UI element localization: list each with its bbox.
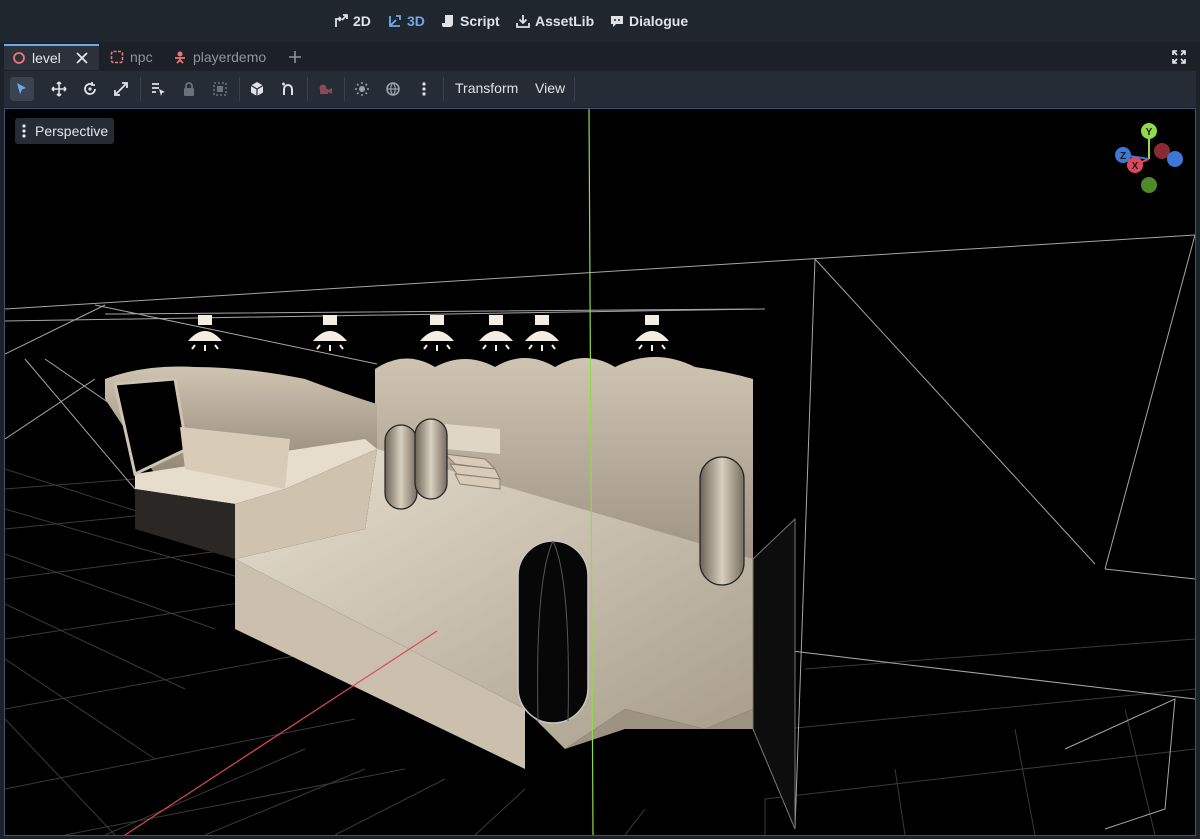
local-space-button[interactable] xyxy=(245,77,269,101)
dialogue-icon xyxy=(611,16,623,27)
local-space-icon xyxy=(250,82,264,96)
group-button[interactable] xyxy=(208,77,232,101)
distraction-free-button[interactable] xyxy=(1164,44,1194,70)
npc-capsule xyxy=(414,418,448,500)
lamp-icon xyxy=(525,315,559,351)
environment-preview-icon xyxy=(386,82,400,96)
workspace-dialogue-button[interactable]: Dialogue xyxy=(610,11,688,31)
3d-icon xyxy=(389,15,401,27)
perspective-menu-button[interactable]: Perspective xyxy=(15,118,115,144)
scene-render xyxy=(5,109,1195,835)
workspace-bar: 2D 3D Script AssetLib Dialogue xyxy=(0,0,1200,42)
ceiling-lamps xyxy=(188,315,669,351)
fullscreen-icon xyxy=(1172,50,1186,64)
right-wall xyxy=(752,517,796,830)
camera-preview-button[interactable] xyxy=(313,77,337,101)
tab-level[interactable]: level xyxy=(4,44,99,70)
npc-capsule xyxy=(384,424,418,510)
snap-button[interactable] xyxy=(276,77,300,101)
move-tool-icon xyxy=(51,81,67,97)
more-options-button[interactable] xyxy=(412,77,436,101)
lock-button[interactable] xyxy=(177,77,201,101)
view-menu-button[interactable]: View xyxy=(535,80,565,96)
svg-text:Z: Z xyxy=(1120,151,1126,162)
rotate-tool-button[interactable] xyxy=(78,77,102,101)
scene-tabs-bar: level npc playerdemo xyxy=(0,42,1200,70)
lock-icon xyxy=(184,82,194,96)
svg-text:X: X xyxy=(1132,161,1139,172)
more-options-icon xyxy=(422,82,426,96)
environment-preview-button[interactable] xyxy=(381,77,405,101)
kebab-menu-icon xyxy=(22,124,26,138)
workspace-script-button[interactable]: Script xyxy=(441,11,500,31)
lamp-icon xyxy=(479,315,513,351)
add-scene-tab-button[interactable] xyxy=(280,44,310,70)
workspace-2d-button[interactable]: 2D xyxy=(334,11,371,31)
move-tool-button[interactable] xyxy=(47,77,71,101)
tab-npc[interactable]: npc xyxy=(102,44,161,70)
node3d-circle-icon xyxy=(13,52,25,64)
plus-icon xyxy=(289,51,301,63)
workspace-3d-button[interactable]: 3D xyxy=(388,11,425,31)
lamp-icon xyxy=(313,315,347,351)
orientation-gizmo[interactable]: Y Z X xyxy=(1109,117,1189,197)
lamp-icon xyxy=(420,315,454,351)
svg-text:Y: Y xyxy=(1146,127,1153,138)
lamp-icon xyxy=(188,315,222,351)
lamp-icon xyxy=(635,315,669,351)
rotate-tool-icon xyxy=(84,82,96,95)
camera-preview-icon xyxy=(319,84,332,94)
control-node-icon xyxy=(110,50,124,64)
list-select-button[interactable] xyxy=(146,77,170,101)
tab-playerdemo[interactable]: playerdemo xyxy=(165,44,274,70)
group-icon xyxy=(213,82,227,96)
snap-icon xyxy=(282,82,293,95)
scale-tool-icon xyxy=(114,82,128,96)
workspace-assetlib-button[interactable]: AssetLib xyxy=(516,11,594,31)
select-tool-button[interactable] xyxy=(10,77,34,101)
3d-viewport[interactable]: Perspective Y Z X xyxy=(4,108,1196,836)
sun-preview-button[interactable] xyxy=(350,77,374,101)
character-node-icon xyxy=(175,51,185,64)
sun-preview-icon xyxy=(355,82,369,96)
npc-capsule xyxy=(699,456,745,586)
close-tab-icon[interactable] xyxy=(75,51,89,65)
2d-icon xyxy=(335,14,348,27)
x-axis-line xyxy=(124,630,438,835)
assetlib-icon xyxy=(516,15,530,28)
viewport-toolbar: Transform View xyxy=(4,71,1196,107)
list-select-icon xyxy=(152,83,165,96)
player-capsule xyxy=(517,540,589,724)
scale-tool-button[interactable] xyxy=(109,77,133,101)
gizmo-neg-y-icon xyxy=(1141,177,1157,193)
select-tool-icon xyxy=(17,83,26,94)
transform-menu-button[interactable]: Transform xyxy=(455,80,518,96)
script-icon xyxy=(442,15,453,27)
gizmo-neg-z-icon xyxy=(1167,151,1183,167)
